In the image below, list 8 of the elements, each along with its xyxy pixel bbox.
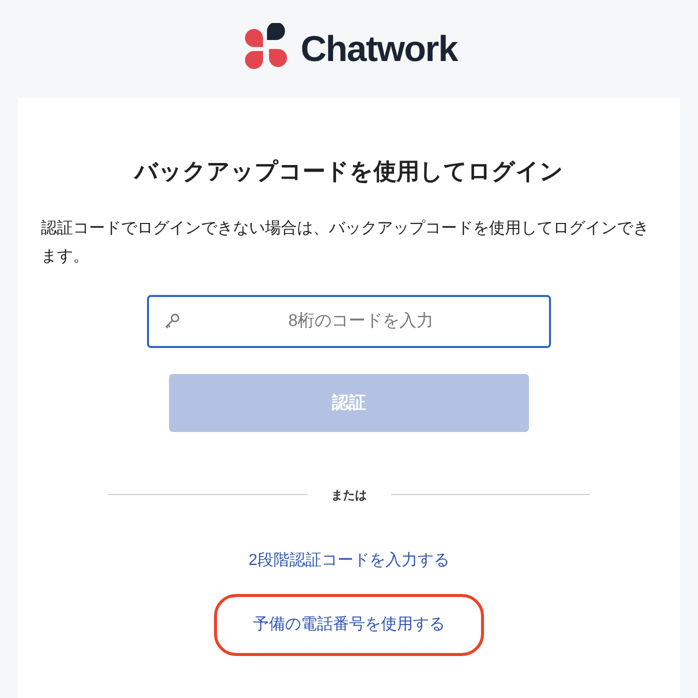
link[interactable]: 2段階認証コードを入力する (210, 542, 488, 580)
key-icon (163, 312, 181, 330)
logo-wordmark: Chatwork (300, 27, 458, 71)
code-input-field[interactable]: 8桁のコードを入力 (147, 294, 551, 348)
page-title: バックアップコードを使用してログイン (134, 157, 564, 186)
link[interactable]: 予備の電話番号を使用する (214, 594, 484, 656)
description-text: 認証コードでログインできない場合は、バックアップコードを使用してログインできます。 (41, 218, 650, 266)
divider-label: または (330, 486, 368, 504)
